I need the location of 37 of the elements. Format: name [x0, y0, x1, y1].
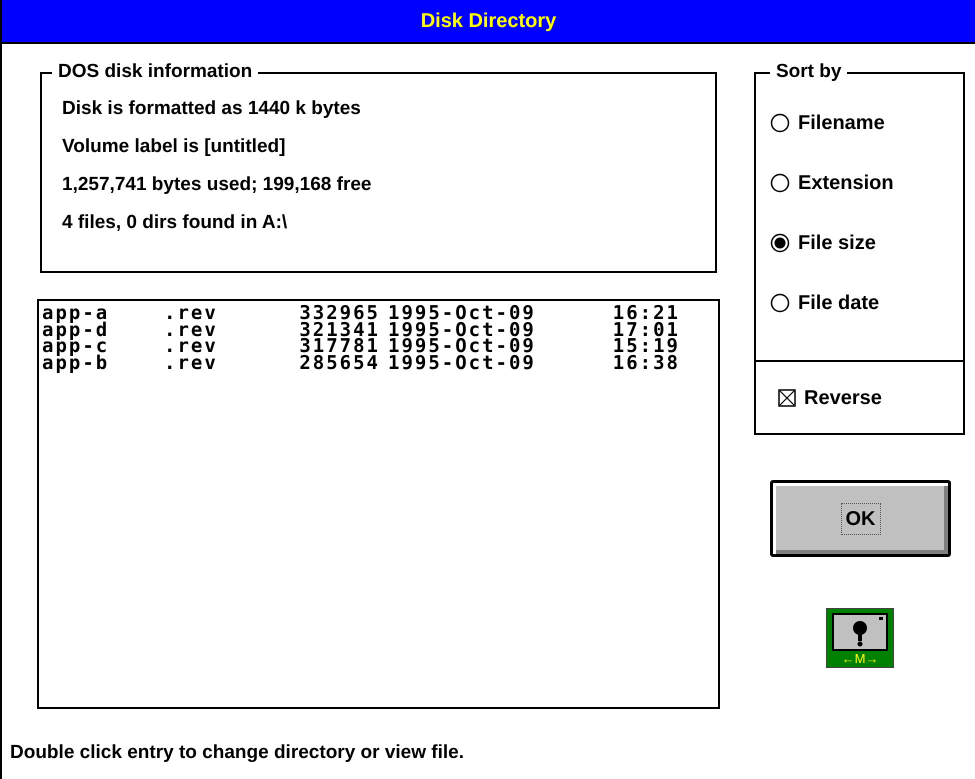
file-row[interactable]: app-a .rev 332965 1995-Oct-09 16:21 [42, 305, 718, 322]
file-time-text: 17:01 [612, 322, 680, 338]
status-text: Double click entry to change directory or view file. [10, 741, 466, 765]
info-text: 4 files, 0 dirs found in A:\ [62, 211, 288, 235]
file-time-text: 15:19 [612, 338, 680, 354]
info-text: 1,257,741 bytes used; 199,168 free [62, 173, 372, 197]
file-size-text: 285654 [298, 354, 380, 371]
disk-app-icon[interactable]: ←M→ [826, 608, 894, 668]
file-name-text: app-d [42, 322, 110, 338]
file-size-text: 317781 [298, 338, 380, 354]
info-text: Disk is formatted as 1440 k bytes [62, 97, 362, 121]
ok-button[interactable]: OK [770, 480, 951, 557]
info-text: Volume label is [untitled] [62, 135, 286, 159]
window-title: Disk Directory [420, 9, 556, 34]
reverse-checkbox[interactable]: Reverse [778, 382, 882, 412]
sort-radio-button[interactable]: Extension [770, 168, 963, 198]
file-date-text: 1995-Oct-09 [387, 322, 537, 338]
file-listbox[interactable]: app-a .rev 332965 1995-Oct-09 16:21 app-d .rev 321341 1995-Oct-09 17:01 app-c .rev 317781 1995-Oct-09 15:19 app-b .rev 285654 1995-Oct-09 16:38 [37, 299, 720, 709]
sort-radio-button[interactable]: File date [770, 288, 963, 318]
file-extension-text: .rev [164, 354, 219, 371]
file-extension-text: .rev [164, 305, 219, 322]
file-size-text: 332965 [298, 305, 380, 322]
sort-radio-button[interactable]: File size [770, 228, 963, 258]
file-time-text: 16:21 [612, 305, 680, 322]
file-name-text: app-b [42, 354, 110, 371]
group-title: Sort by [770, 60, 848, 84]
file-time-text: 16:38 [612, 354, 680, 371]
file-row[interactable]: app-b .rev 285654 1995-Oct-09 16:38 [42, 354, 718, 371]
file-date-text: 1995-Oct-09 [387, 338, 537, 354]
file-size-text: 321341 [298, 322, 380, 338]
sort-radio-button[interactable]: Filename [770, 108, 963, 138]
file-date-text: 1995-Oct-09 [387, 354, 537, 371]
file-extension-text: .rev [164, 322, 219, 338]
file-name-text: app-a [42, 305, 110, 322]
file-extension-text: .rev [164, 338, 219, 354]
file-date-text: 1995-Oct-09 [387, 305, 537, 322]
file-row[interactable]: app-d .rev 321341 1995-Oct-09 17:01 [42, 322, 718, 338]
